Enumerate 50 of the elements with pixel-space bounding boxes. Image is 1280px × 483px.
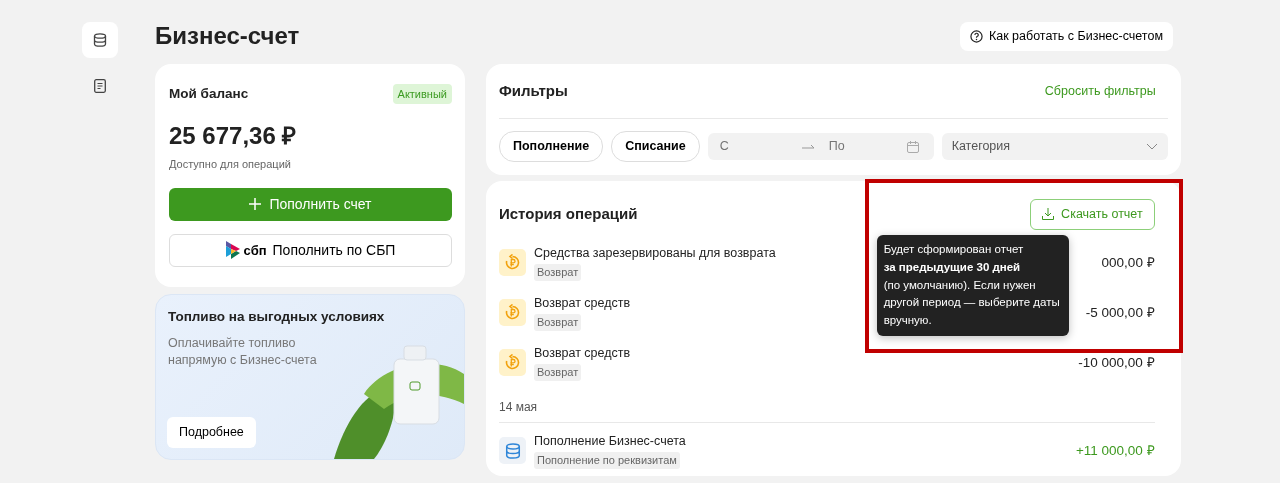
download-report-button[interactable]: Скачать отчет [1030, 199, 1155, 230]
balance-caption: Доступно для операций [169, 157, 292, 173]
status-badge: Активный [392, 83, 452, 105]
download-icon [1042, 208, 1055, 221]
operation-title: Возврат средств [534, 294, 631, 312]
operation-title: Возврат средств [534, 344, 631, 362]
operation-title: Пополнение Бизнес-счета [534, 432, 686, 450]
operation-amount: 000,00 ₽ [1101, 253, 1155, 272]
filter-chip[interactable]: Пополнение [499, 131, 604, 163]
date-to-input[interactable]: По [826, 136, 903, 158]
page-title: Бизнес-счет [155, 22, 300, 51]
sbp-logo-icon [225, 241, 240, 260]
card-title: Мой баланс [169, 84, 249, 103]
operation-amount: +11 000,00 ₽ [1075, 441, 1155, 460]
chevron-down-icon [1145, 143, 1158, 151]
calendar-icon [906, 140, 919, 153]
arrow-icon [801, 143, 816, 150]
plus-icon [249, 198, 262, 211]
reset-filters-link[interactable]: Сбросить фильтры [1044, 81, 1156, 101]
document-icon [94, 79, 106, 93]
operation-title: Средства зарезервированы для возврата [534, 244, 776, 262]
operation-tag: Возврат [534, 364, 582, 381]
question-icon [969, 29, 983, 43]
report-tooltip: Будет сформирован отчет за предыдущие 30 дней (по умолчанию). Если нужен другой период — выберите даты вручную. [876, 235, 1069, 337]
balance-amount: 25 677,36 ₽ [169, 121, 298, 152]
date-to-field[interactable]: По [820, 133, 934, 161]
sbp-top-up-button[interactable]: сбп Пополнить по СБП [169, 233, 452, 267]
coins-icon [93, 33, 107, 47]
refund-ruble-icon [504, 354, 521, 372]
operation-tag: Возврат [534, 314, 582, 331]
top-up-button[interactable]: Пополнить счет [169, 187, 452, 221]
promo-title: Топливо на выгодных условиях [168, 307, 386, 326]
date-from-field[interactable]: С [707, 133, 821, 161]
sidebar-item[interactable] [82, 22, 118, 58]
filters-title: Фильтры [499, 80, 568, 101]
help-button[interactable]: Как работать с Бизнес-счетом [959, 22, 1173, 51]
operation-amount: -5 000,00 ₽ [1085, 303, 1155, 322]
coins-icon [504, 442, 521, 459]
filter-chip[interactable]: Списание [611, 131, 700, 163]
promo-text: Оплачивайте топливо напрямую с Бизнес-счета [168, 335, 318, 369]
history-title: История операций [499, 204, 638, 225]
more-button[interactable]: Подробнее [167, 417, 256, 448]
refund-ruble-icon [504, 254, 521, 272]
operation-tag: Пополнение по реквизитам [534, 452, 680, 469]
operation-amount: -10 000,00 ₽ [1078, 353, 1155, 372]
refund-ruble-icon [504, 304, 521, 322]
operation-tag: Возврат [534, 264, 582, 281]
date-from-input[interactable]: С [717, 136, 798, 158]
category-dropdown[interactable]: Категория [941, 133, 1168, 161]
date-label: 14 мая [499, 387, 1155, 423]
